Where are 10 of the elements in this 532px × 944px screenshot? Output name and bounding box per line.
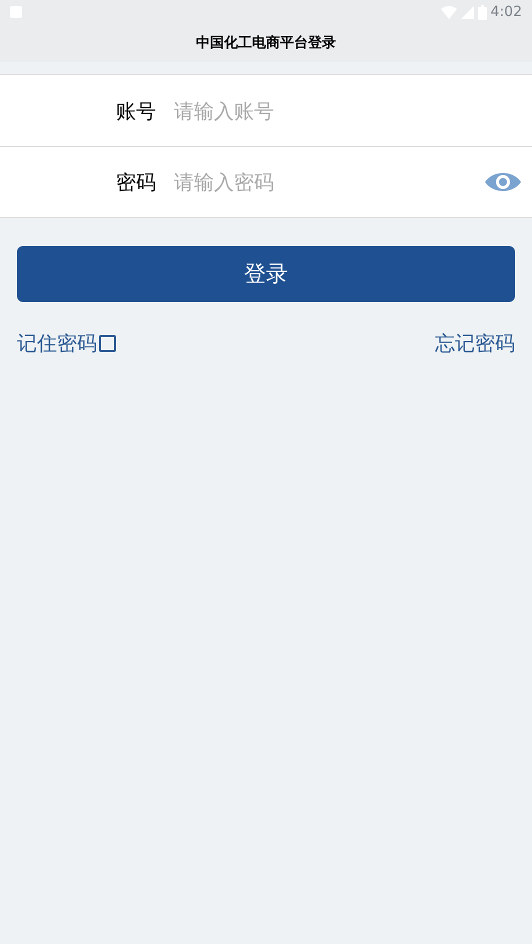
input-field[interactable]: 请输入账号 (174, 96, 474, 126)
login-button[interactable]: 登录 (17, 246, 515, 302)
remember-checkbox[interactable] (99, 334, 116, 352)
field-label: 密码 (115, 169, 156, 196)
input-field[interactable]: 请输入密码 (174, 167, 474, 197)
field-label: 账号 (115, 98, 156, 124)
status-time: 4:02 (490, 2, 522, 22)
forgot-password-link[interactable]: 忘记密码 (435, 328, 515, 358)
remember-password-label: 记住密码 (17, 330, 97, 357)
page-title: 中国化工电商平台登录 (196, 34, 336, 52)
